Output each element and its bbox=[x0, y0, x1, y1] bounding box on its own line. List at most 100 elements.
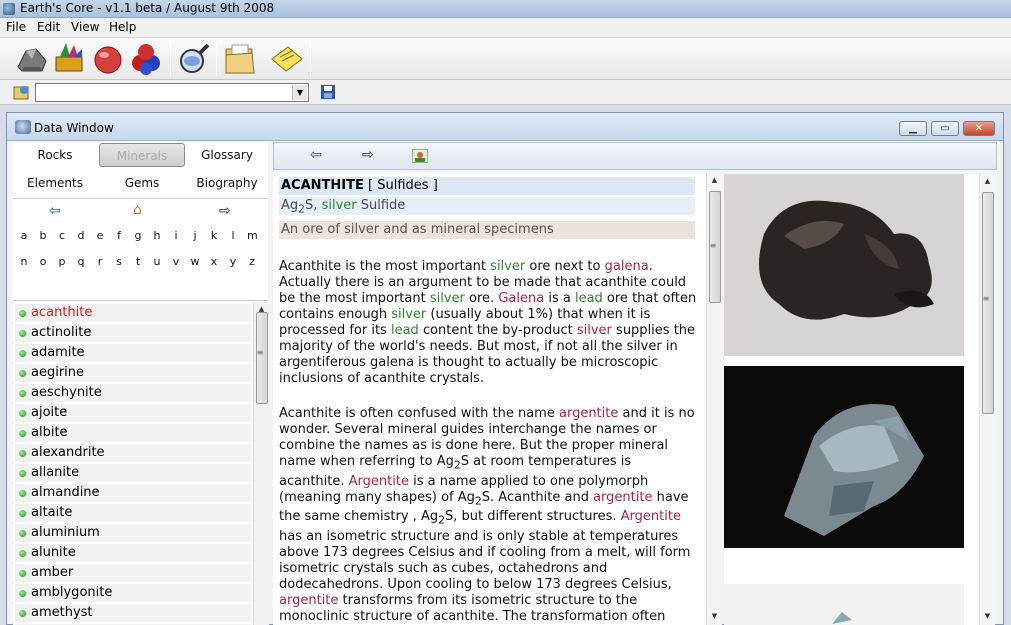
content-scrollbar[interactable]: ▲ ≡ ▼ bbox=[706, 173, 722, 625]
tab-biography[interactable]: Biography bbox=[189, 171, 265, 195]
acanthite-specimen-image-2[interactable] bbox=[724, 366, 964, 548]
entry-group[interactable]: Sulfides bbox=[377, 178, 428, 193]
mineral-list-item[interactable]: altaite bbox=[15, 504, 251, 524]
photo-icon[interactable] bbox=[412, 149, 428, 163]
letter-v[interactable]: v bbox=[171, 255, 181, 268]
letter-u[interactable]: u bbox=[152, 255, 162, 268]
tab-minerals[interactable]: Minerals bbox=[99, 143, 185, 167]
scroll-up-icon[interactable]: ▲ bbox=[980, 174, 995, 189]
letter-s[interactable]: s bbox=[114, 255, 124, 268]
folder-icon bbox=[225, 44, 255, 74]
back-arrow-icon[interactable]: ⇦ bbox=[49, 203, 61, 219]
mineral-name: actinolite bbox=[31, 325, 92, 340]
acanthite-specimen-image-1[interactable] bbox=[724, 174, 964, 356]
letter-o[interactable]: o bbox=[38, 255, 48, 268]
menu-file[interactable]: File bbox=[6, 20, 26, 34]
mineral-list-item[interactable]: amethyst bbox=[15, 604, 251, 624]
grip-icon: ≡ bbox=[709, 241, 717, 250]
letter-e[interactable]: e bbox=[95, 229, 105, 242]
tab-elements[interactable]: Elements bbox=[17, 171, 93, 195]
minerals-tool-button[interactable] bbox=[52, 41, 88, 77]
menu-edit[interactable]: Edit bbox=[37, 20, 60, 34]
mineral-name: acanthite bbox=[31, 305, 93, 320]
molecule-icon bbox=[132, 44, 160, 75]
letter-i[interactable]: i bbox=[171, 229, 181, 242]
scroll-down-icon[interactable]: ▼ bbox=[707, 609, 722, 624]
entry-formula: Ag2S, silver Sulfide bbox=[279, 197, 695, 216]
mineral-list-item[interactable]: adamite bbox=[15, 344, 251, 364]
search-tool-button[interactable] bbox=[176, 41, 212, 77]
address-combo[interactable]: ▼ bbox=[35, 83, 309, 102]
mineral-list-item[interactable]: alexandrite bbox=[15, 444, 251, 464]
bullet-icon bbox=[19, 470, 26, 477]
content-forward-icon[interactable]: ⇨ bbox=[362, 147, 374, 163]
letter-n[interactable]: n bbox=[19, 255, 29, 268]
bullet-icon bbox=[19, 390, 26, 397]
letter-b[interactable]: b bbox=[38, 229, 48, 242]
home-icon[interactable]: ⌂ bbox=[133, 202, 142, 218]
list-scrollbar[interactable]: ▲ ≡ bbox=[253, 302, 269, 625]
letter-m[interactable]: m bbox=[247, 229, 258, 242]
letter-q[interactable]: q bbox=[76, 255, 86, 268]
chevron-down-icon[interactable]: ▼ bbox=[292, 85, 307, 100]
entry-description: An ore of silver and as mineral specimen… bbox=[279, 221, 695, 239]
tab-gems[interactable]: Gems bbox=[101, 171, 183, 195]
mineral-list-item[interactable]: acanthite bbox=[15, 304, 251, 324]
letter-c[interactable]: c bbox=[57, 229, 67, 242]
mineral-list-item[interactable]: amblygonite bbox=[15, 584, 251, 604]
letter-l[interactable]: l bbox=[228, 229, 238, 242]
mineral-name: almandine bbox=[31, 485, 100, 500]
letter-w[interactable]: w bbox=[190, 255, 200, 268]
specimen-image-pane bbox=[724, 174, 979, 625]
mineral-list-item[interactable]: amber bbox=[15, 564, 251, 584]
mineral-list-item[interactable]: aeschynite bbox=[15, 384, 251, 404]
letter-f[interactable]: f bbox=[114, 229, 124, 242]
bullet-icon bbox=[19, 570, 26, 577]
letter-x[interactable]: x bbox=[209, 255, 219, 268]
scroll-up-icon[interactable]: ▲ bbox=[707, 173, 722, 188]
mineral-list-item[interactable]: alunite bbox=[15, 544, 251, 564]
mineral-list-item[interactable]: actinolite bbox=[15, 324, 251, 344]
mineral-list-item[interactable]: aluminium bbox=[15, 524, 251, 544]
rocks-tool-button[interactable] bbox=[14, 41, 50, 77]
maximize-button[interactable]: ▭ bbox=[931, 121, 959, 136]
letter-h[interactable]: h bbox=[152, 229, 162, 242]
bullet-icon bbox=[19, 490, 26, 497]
save-icon[interactable] bbox=[321, 85, 335, 99]
letter-p[interactable]: p bbox=[57, 255, 67, 268]
image-scrollbar[interactable]: ▲ ≡ ▼ bbox=[979, 174, 995, 625]
elements-tool-button[interactable] bbox=[128, 41, 164, 77]
list-scroll-thumb[interactable] bbox=[256, 312, 268, 404]
letter-k[interactable]: k bbox=[209, 229, 219, 242]
letter-g[interactable]: g bbox=[133, 229, 143, 242]
letter-t[interactable]: t bbox=[133, 255, 143, 268]
open-folder-button[interactable] bbox=[222, 41, 258, 77]
mineral-list: acanthite actinolite adamite aegirine aeschy… bbox=[15, 304, 251, 625]
tab-rocks[interactable]: Rocks bbox=[17, 143, 93, 167]
notes-tool-button[interactable] bbox=[268, 41, 304, 77]
mineral-list-item[interactable]: allanite bbox=[15, 464, 251, 484]
gems-tool-button[interactable] bbox=[90, 41, 126, 77]
mineral-list-item[interactable]: albite bbox=[15, 424, 251, 444]
content-back-icon[interactable]: ⇦ bbox=[310, 147, 322, 163]
mineral-list-item[interactable]: ajoite bbox=[15, 404, 251, 424]
minimize-button[interactable]: ▁ bbox=[899, 121, 927, 136]
image-scroll-thumb[interactable] bbox=[982, 192, 994, 414]
close-button[interactable]: ✕ bbox=[963, 121, 995, 136]
scroll-down-icon[interactable]: ▼ bbox=[980, 609, 995, 624]
mineral-list-item[interactable]: aegirine bbox=[15, 364, 251, 384]
letter-d[interactable]: d bbox=[76, 229, 86, 242]
toolbar bbox=[0, 38, 1011, 80]
letter-r[interactable]: r bbox=[95, 255, 105, 268]
menu-view[interactable]: View bbox=[71, 20, 99, 34]
menu-help[interactable]: Help bbox=[109, 20, 136, 34]
app-title: Earth's Core - v1.1 beta / August 9th 20… bbox=[20, 1, 275, 15]
tab-glossary[interactable]: Glossary bbox=[189, 143, 265, 167]
acanthite-specimen-image-3[interactable] bbox=[724, 574, 964, 625]
forward-arrow-icon[interactable]: ⇨ bbox=[219, 203, 231, 219]
letter-z[interactable]: z bbox=[247, 255, 257, 268]
letter-a[interactable]: a bbox=[19, 229, 29, 242]
letter-j[interactable]: j bbox=[190, 229, 200, 242]
letter-y[interactable]: y bbox=[228, 255, 238, 268]
mineral-list-item[interactable]: almandine bbox=[15, 484, 251, 504]
